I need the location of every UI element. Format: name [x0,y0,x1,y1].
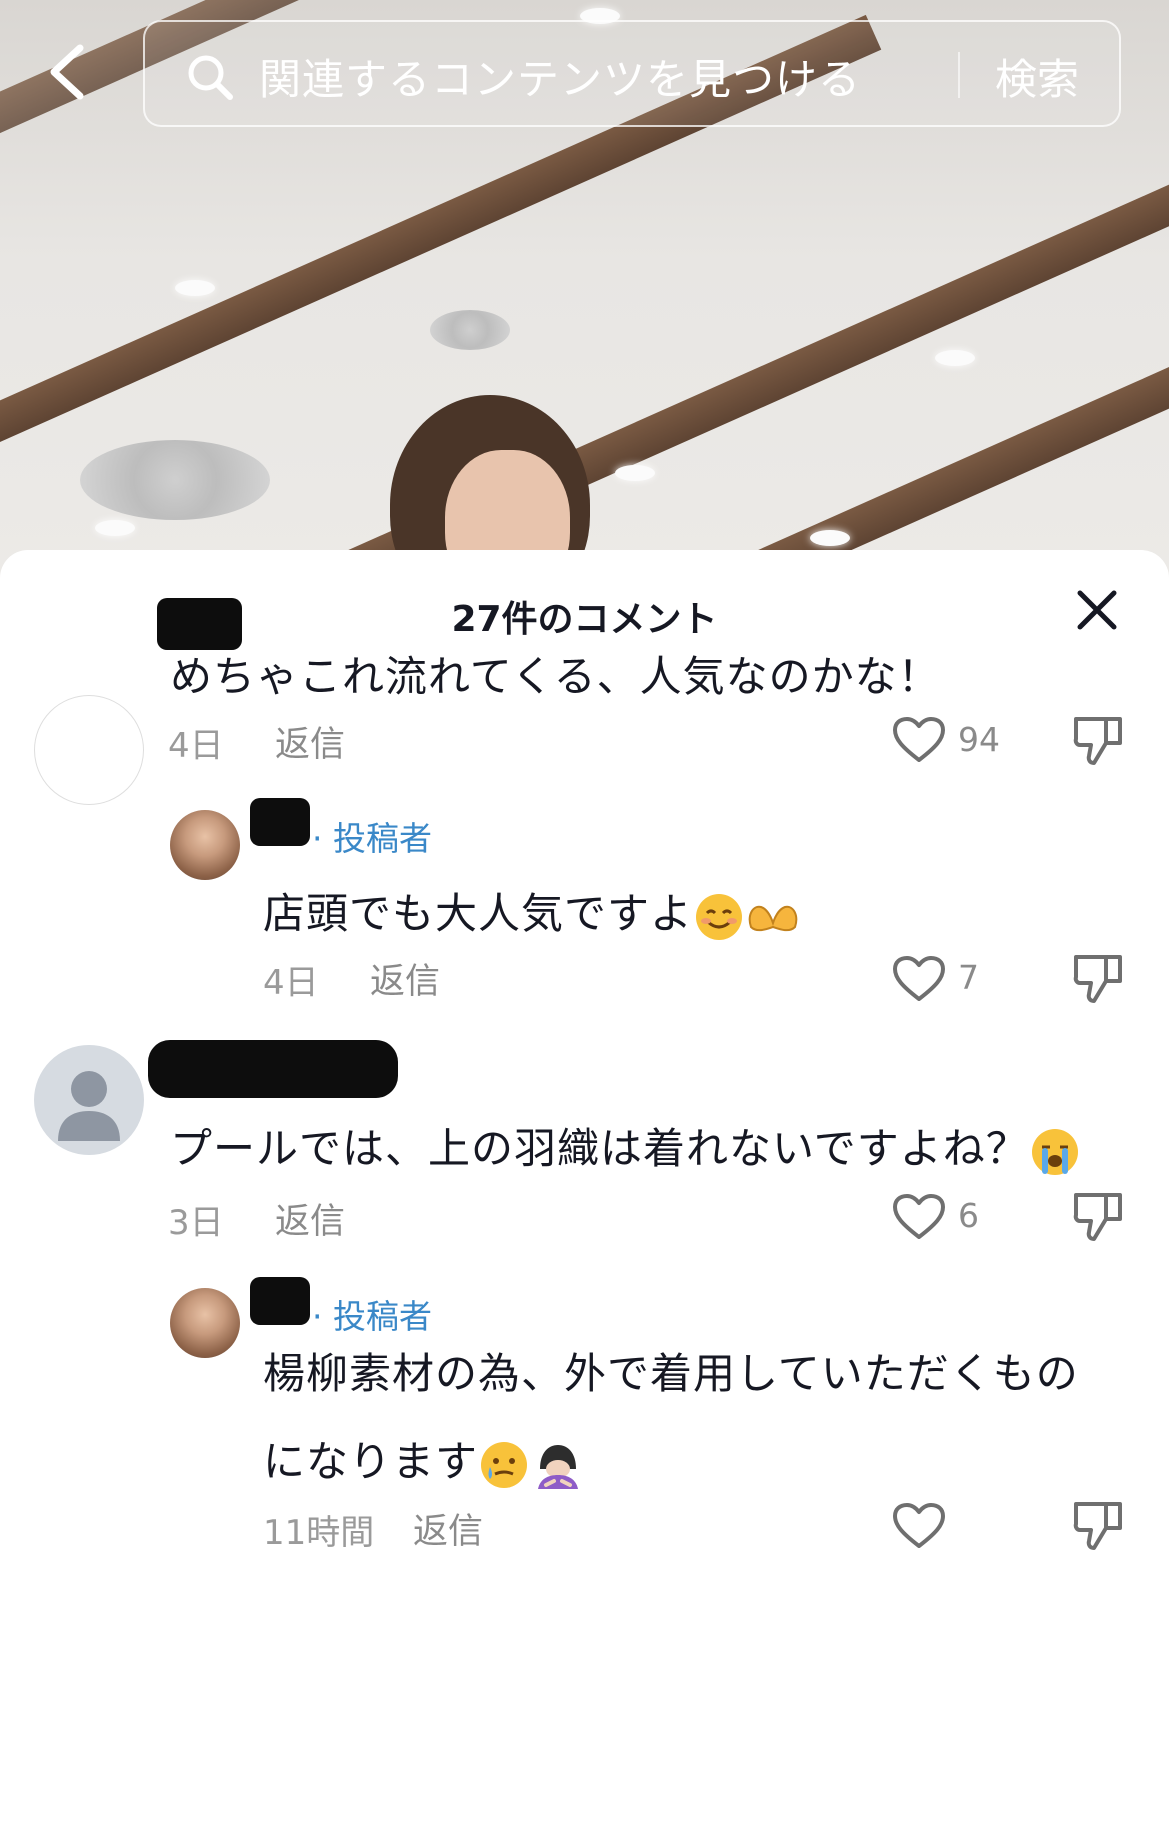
face-holding-back-tears-emoji [481,1441,528,1488]
loudly-crying-emoji [1031,1128,1078,1175]
comment-time: 4日 [168,726,224,766]
search-bar[interactable]: 関連するコンテンツを見つける 検索 [143,20,1121,127]
commenter-avatar[interactable] [34,1045,144,1155]
comments-sheet: 27件のコメント めちゃこれ流れてくる、人気なのかな！ 4日 返信 94 · 投… [0,550,1169,1835]
author-badge: · 投稿者 [312,1297,432,1336]
reply-text: 店頭でも大人気ですよ [263,880,801,943]
like-heart-icon[interactable] [892,716,946,764]
search-icon [188,55,233,100]
reply-button[interactable]: 返信 [275,716,345,767]
reply-button[interactable]: 返信 [370,953,440,1004]
reply-text-line1: 楊柳素材の為、外で着用していただくもの [263,1349,1079,1398]
default-user-icon [58,1071,120,1141]
dislike-icon[interactable] [1072,1498,1124,1552]
comment-text: プールでは、上の羽織は着れないですよね？ [170,1115,1081,1178]
like-count: 6 [958,1196,979,1235]
dislike-icon[interactable] [1072,1189,1124,1243]
search-button[interactable]: 検索 [995,46,1079,107]
like-heart-icon[interactable] [892,955,946,1003]
dislike-icon[interactable] [1072,713,1124,767]
commenter-avatar[interactable] [34,695,144,805]
like-heart-icon[interactable] [892,1193,946,1241]
redacted-username [250,1277,310,1325]
reply-time: 4日 [263,963,319,1003]
smiling-face-emoji [696,893,743,940]
like-heart-icon[interactable] [892,1502,946,1550]
author-avatar[interactable] [170,1288,240,1358]
redacted-username [148,1040,398,1098]
reply-button[interactable]: 返信 [275,1193,345,1244]
redacted-username [250,798,310,846]
dislike-icon[interactable] [1072,951,1124,1005]
search-divider [958,52,960,98]
author-avatar[interactable] [170,810,240,880]
search-input[interactable]: 関連するコンテンツを見つける [259,46,861,107]
comment-time: 3日 [168,1203,224,1243]
author-badge: · 投稿者 [312,819,432,858]
person-bowing-emoji [538,1444,579,1489]
close-icon[interactable] [1075,588,1119,632]
reply-text-line2: になります [263,1428,586,1491]
like-count: 7 [958,958,979,997]
like-count: 94 [958,720,1000,759]
reply-time: 11時間 [263,1513,375,1553]
reply-button[interactable]: 返信 [413,1503,483,1554]
back-arrow-icon[interactable] [44,42,92,102]
comment-text: めちゃこれ流れてくる、人気なのかな！ [170,652,941,701]
heart-hands-emoji [748,905,798,931]
